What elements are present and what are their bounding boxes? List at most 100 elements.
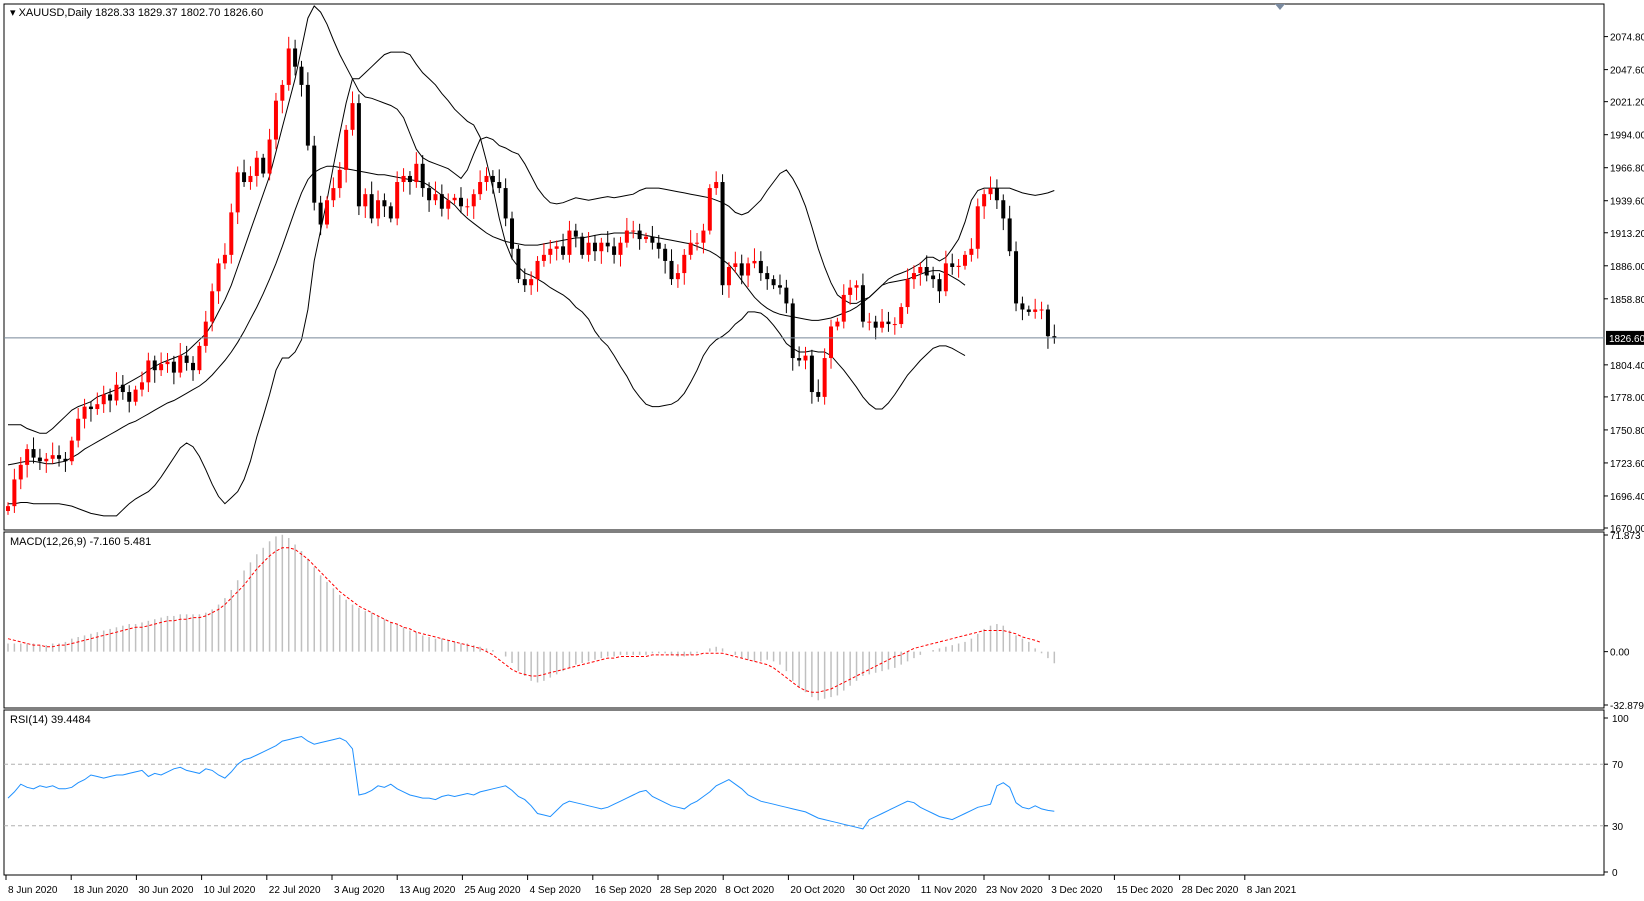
candle-body (184, 355, 189, 363)
candle-body (101, 394, 106, 405)
candle-body (841, 294, 846, 322)
time-tick-label: 15 Dec 2020 (1116, 885, 1173, 896)
candle-body (905, 279, 910, 308)
time-tick-label: 25 Aug 2020 (464, 885, 521, 896)
candle-body (88, 406, 93, 410)
candle-body (388, 206, 393, 219)
candle-body (267, 139, 272, 174)
candle-body (325, 200, 329, 225)
candle-body (280, 84, 285, 101)
candle-body (969, 248, 974, 255)
candle-body (911, 273, 916, 280)
candle-body (548, 248, 553, 255)
candle-body (790, 303, 795, 359)
price-tick-label: 2047.60 (1610, 66, 1644, 77)
rsi-panel[interactable]: 100 70 30 0 RSI(14) 39.4484 (3, 709, 1629, 879)
candle-body (994, 188, 999, 201)
price-tick-label: 1778.00 (1610, 393, 1644, 404)
candle-body (216, 263, 221, 292)
collapse-arrow-icon[interactable]: ▾ (10, 7, 19, 19)
candle-body (765, 273, 770, 280)
candle-body (350, 103, 355, 130)
candle-body (439, 194, 444, 209)
candle-body (663, 248, 668, 261)
candle-body (612, 246, 617, 255)
trading-chart[interactable]: 2074.80 2047.60 2021.20 1994.00 1966.80 1939.… (0, 0, 1644, 901)
candle-body (261, 157, 266, 174)
candle-body (1039, 309, 1044, 311)
time-tick-label: 11 Nov 2020 (921, 885, 977, 896)
candle-body (982, 194, 987, 207)
candle-body (631, 230, 636, 232)
candle-body (1014, 251, 1019, 304)
candle-body (376, 200, 381, 219)
price-tick-label: 1750.80 (1610, 426, 1644, 437)
candle (69, 436, 74, 466)
candle-body (229, 212, 234, 255)
candle-body (127, 392, 132, 402)
candle-body (120, 384, 125, 393)
candle-body (471, 194, 476, 207)
candle-body (784, 287, 789, 304)
price-tick-label: 1696.40 (1610, 492, 1644, 503)
candle-body (452, 197, 457, 201)
candle-body (963, 254, 967, 266)
candle-body (427, 188, 432, 201)
candle-body (567, 230, 572, 255)
candle-body (809, 355, 814, 393)
candle-body (529, 279, 534, 286)
candle-body (299, 66, 304, 85)
candle-body (650, 236, 655, 243)
candle-body (899, 307, 904, 325)
candle-body (165, 361, 170, 365)
candle-body (561, 246, 566, 255)
candle-body (892, 324, 897, 326)
candle-body (414, 163, 419, 183)
candle-body (146, 360, 151, 383)
candle-body (1045, 309, 1050, 337)
symbol-label: XAUUSD,Daily (19, 7, 93, 19)
time-tick-label: 18 Jun 2020 (73, 885, 128, 896)
macd-panel[interactable]: 71.873 0.00 -32.879 MACD(12,26,9) -7.160 5… (3, 531, 1644, 712)
time-tick-label: 4 Sep 2020 (530, 885, 582, 896)
candle-body (956, 265, 961, 267)
candle-body (624, 230, 629, 243)
candle-body (210, 291, 215, 322)
candle-body (739, 263, 744, 276)
candle-body (114, 384, 119, 401)
candle-body (458, 197, 463, 207)
candle-body (854, 285, 859, 288)
candle (325, 196, 329, 229)
candle-body (873, 321, 878, 328)
candle-body (18, 464, 23, 480)
rsi-tick-label: 30 (1612, 822, 1624, 833)
candle-body (363, 194, 368, 207)
candle-body (139, 382, 144, 390)
candle-body (242, 172, 247, 183)
candle (229, 203, 234, 264)
candle-body (312, 145, 317, 203)
time-tick-label: 3 Dec 2020 (1051, 885, 1103, 896)
rsi-panel-frame (3, 709, 1605, 876)
candle-body (726, 267, 731, 286)
candle-body (76, 418, 81, 441)
candle-body (191, 362, 196, 371)
candle-body (988, 188, 993, 195)
candle-body (886, 321, 891, 325)
candle-body (535, 260, 540, 280)
candle-body (860, 285, 865, 322)
candle-body (69, 440, 74, 462)
candle-body (592, 242, 597, 252)
candle-body (420, 163, 425, 189)
candle-body (758, 260, 763, 274)
candle-body (478, 182, 483, 195)
price-tick-label: 1939.60 (1610, 197, 1644, 208)
price-panel[interactable]: 2074.80 2047.60 2021.20 1994.00 1966.80 1939.… (3, 3, 1644, 535)
price-tick-label: 1886.00 (1610, 262, 1644, 273)
candle-body (688, 242, 693, 255)
candle-body (733, 263, 738, 267)
candle-body (848, 287, 853, 295)
candle-body (943, 263, 948, 292)
candle-body (82, 406, 87, 419)
candle-body (516, 248, 521, 280)
